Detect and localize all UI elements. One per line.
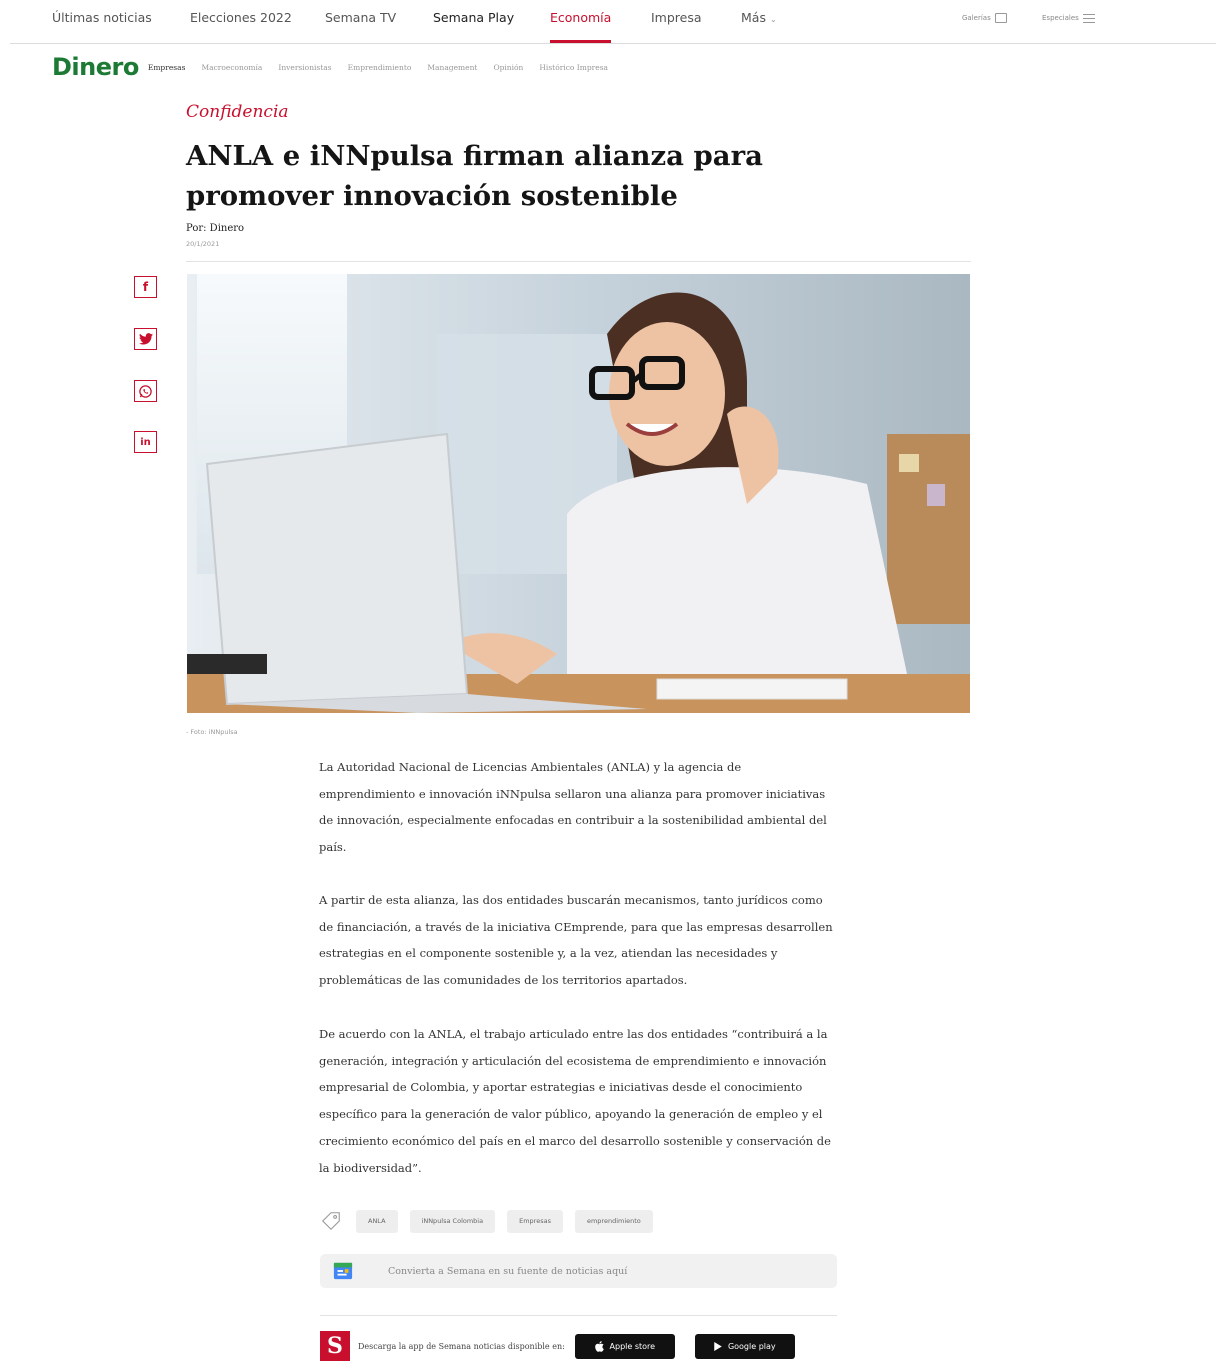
google-play-label: Google play <box>727 1341 776 1351</box>
chevron-down-icon: ⌄ <box>769 15 777 24</box>
galerias-label: Galerías <box>962 14 991 22</box>
subnav-opinion[interactable]: Opinión <box>493 63 523 72</box>
apple-icon <box>594 1340 604 1352</box>
article-date: 20/1/2021 <box>186 240 220 248</box>
footer-divider <box>320 1315 837 1316</box>
twitter-share-button[interactable] <box>134 328 157 350</box>
apple-store-label: Apple store <box>609 1341 656 1351</box>
whatsapp-share-button[interactable] <box>134 380 157 402</box>
nav-economia[interactable]: Economía <box>550 10 611 25</box>
dinero-logo[interactable]: Dinero <box>52 53 139 81</box>
linkedin-icon: in <box>140 436 151 448</box>
apple-store-button[interactable]: Apple store <box>574 1333 675 1359</box>
linkedin-share-button[interactable]: in <box>134 431 157 453</box>
article-hero-image <box>187 274 970 713</box>
section-navigation: Dinero Empresas Macroeconomía Inversioni… <box>52 52 624 82</box>
subnav-empresas[interactable]: Empresas <box>148 63 186 72</box>
hero-illustration <box>187 274 970 713</box>
google-play-button[interactable]: Google play <box>694 1333 795 1359</box>
tag-list: ANLA iNNpulsa Colombia Empresas emprendi… <box>320 1208 665 1234</box>
article-paragraph: A partir de esta alianza, las dos entida… <box>319 893 833 988</box>
subnav-management[interactable]: Management <box>427 63 477 72</box>
nav-semana-play[interactable]: Semana Play <box>433 10 514 25</box>
article-paragraph: La Autoridad Nacional de Licencias Ambie… <box>319 760 827 855</box>
google-news-follow-button[interactable]: Convierta a Semana en su fuente de notic… <box>320 1254 837 1288</box>
article-headline: ANLA e iNNpulsa firman alianza para prom… <box>186 140 763 212</box>
tag-icon <box>321 1212 340 1231</box>
image-caption: - Foto: iNNpulsa <box>186 728 238 736</box>
google-news-icon <box>333 1262 353 1280</box>
app-download-text: Descarga la app de Semana noticias dispo… <box>358 1341 565 1351</box>
app-download-bar: S Descarga la app de Semana noticias dis… <box>320 1330 837 1362</box>
tag-innpulsa-colombia[interactable]: iNNpulsa Colombia <box>409 1209 496 1233</box>
nav-impresa[interactable]: Impresa <box>651 10 702 25</box>
active-tab-indicator <box>550 40 611 43</box>
whatsapp-icon <box>139 384 152 398</box>
nav-semana-tv[interactable]: Semana TV <box>325 10 396 25</box>
google-news-text: Convierta a Semana en su fuente de notic… <box>388 1265 628 1277</box>
tag-emprendimiento[interactable]: emprendimiento <box>574 1209 653 1233</box>
gallery-icon <box>994 13 1007 23</box>
article-paragraph: De acuerdo con la ANLA, el trabajo artic… <box>319 1027 831 1175</box>
galerias-link[interactable]: Galerías <box>962 13 1007 23</box>
article-kicker[interactable]: Confidencia <box>186 102 289 122</box>
semana-logo: S <box>320 1331 350 1361</box>
nav-elecciones-2022[interactable]: Elecciones 2022 <box>190 10 292 25</box>
especiales-label: Especiales <box>1042 14 1079 22</box>
top-navigation: Últimas noticias Elecciones 2022 Semana … <box>10 0 1216 44</box>
facebook-share-button[interactable]: f <box>134 276 157 298</box>
sliders-icon <box>1082 13 1095 23</box>
twitter-icon <box>138 333 153 345</box>
nav-ultimas-noticias[interactable]: Últimas noticias <box>52 10 152 25</box>
tag-anla[interactable]: ANLA <box>356 1209 398 1233</box>
facebook-icon: f <box>142 280 149 294</box>
subnav-emprendimiento[interactable]: Emprendimiento <box>348 63 412 72</box>
tag-empresas[interactable]: Empresas <box>507 1209 563 1233</box>
subnav-inversionistas[interactable]: Inversionistas <box>278 63 331 72</box>
subnav-historico-impresa[interactable]: Histórico Impresa <box>539 63 608 72</box>
subnav-macroeconomia[interactable]: Macroeconomía <box>201 63 262 72</box>
play-icon <box>714 1341 722 1351</box>
header-divider <box>186 261 971 262</box>
especiales-link[interactable]: Especiales <box>1042 13 1095 23</box>
nav-mas-label: Más <box>741 10 766 25</box>
nav-mas[interactable]: Más ⌄ <box>741 10 777 25</box>
article-byline: Por: Dinero <box>186 223 245 234</box>
